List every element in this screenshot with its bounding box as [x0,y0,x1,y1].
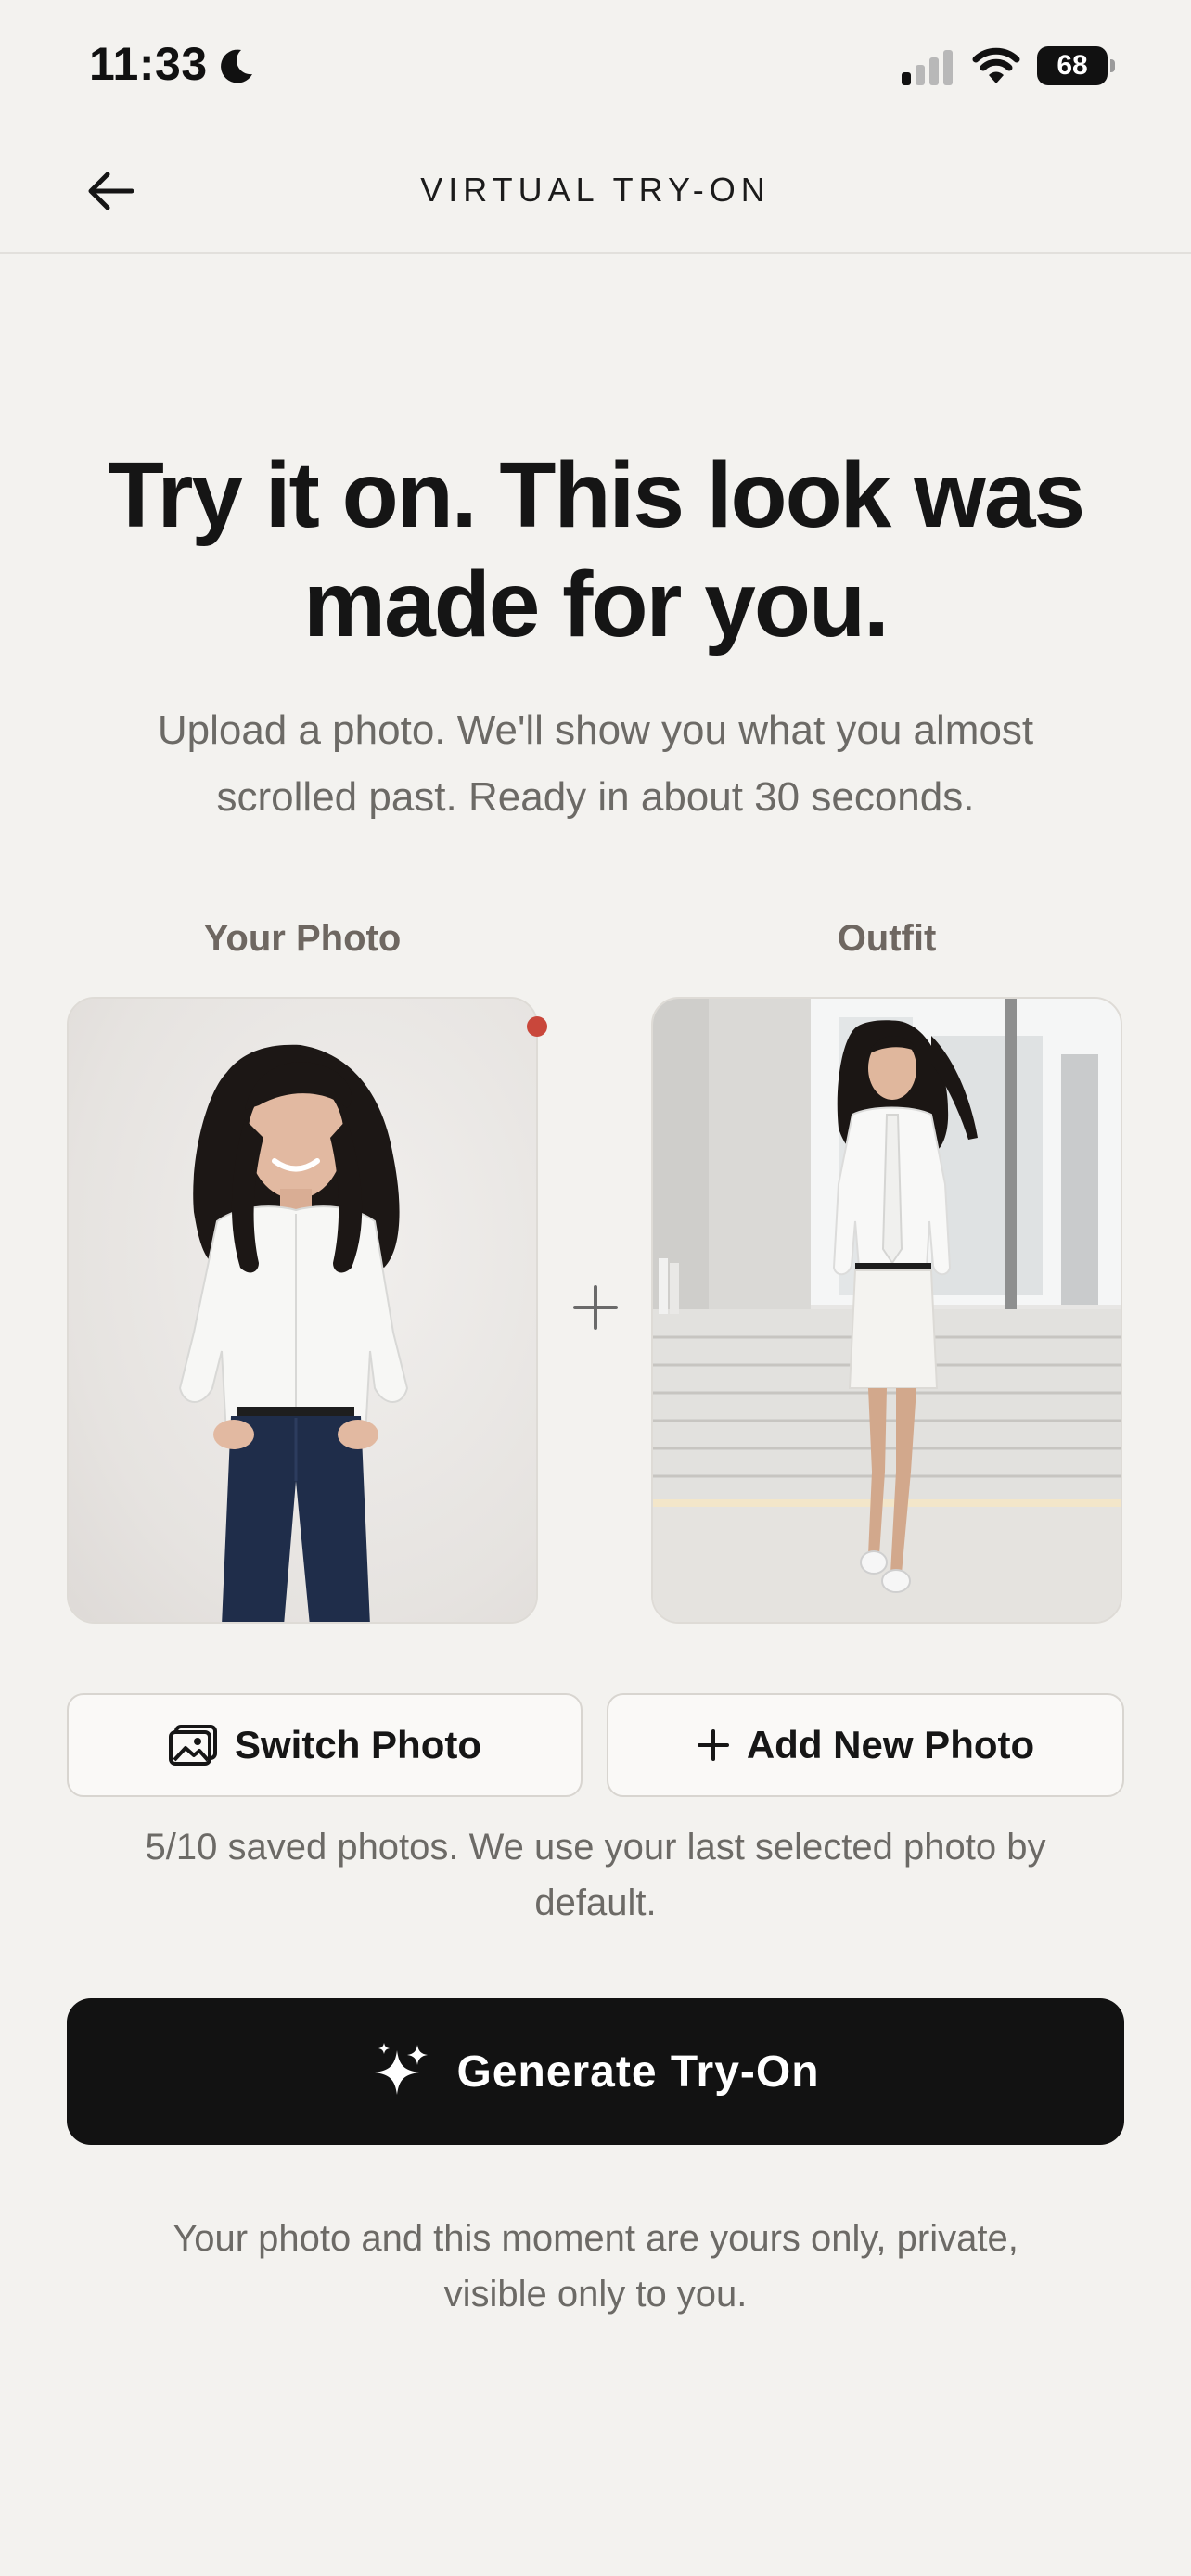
page-title: VIRTUAL TRY-ON [420,171,771,209]
outfit-photo [653,999,1121,1622]
battery-nub [1110,59,1115,72]
status-time: 11:33 [89,38,208,90]
sparkle-icon [375,2043,429,2095]
switch-photo-label: Switch Photo [235,1723,481,1766]
outfit-label: Outfit [837,918,937,959]
generate-try-on-label: Generate Try-On [456,2047,820,2097]
privacy-note: Your photo and this moment are yours onl… [83,2211,1108,2322]
hero-title-line1: Try it on. This look was [107,443,1085,547]
outfit-photo-card[interactable] [651,997,1122,1624]
switch-photo-button[interactable]: Switch Photo [67,1693,583,1797]
cellular-signal-icon [902,50,953,85]
moon-icon [221,49,252,83]
plus-icon [697,1729,729,1761]
saved-photos-note-line1: 5/10 saved photos. We use your last sele… [145,1827,1046,1868]
privacy-note-line1: Your photo and this moment are yours onl… [173,2218,1018,2259]
privacy-note-line2: visible only to you. [443,2274,748,2315]
selected-indicator [527,1016,547,1037]
saved-photos-note: 5/10 saved photos. We use your last sele… [83,1819,1108,1931]
battery-level: 68 [1037,46,1108,85]
hero-title-line2: made for you. [303,553,890,657]
saved-photos-note-line2: default. [534,1882,657,1923]
image-icon [169,1725,217,1766]
hero-subtitle-line2: scrolled past. Ready in about 30 seconds… [216,774,975,820]
hero-title: Try it on. This look was made for you. [83,440,1108,659]
generate-try-on-button[interactable]: Generate Try-On [67,1998,1124,2145]
your-photo-label: Your Photo [203,918,402,959]
wifi-icon [972,47,1020,83]
add-new-photo-label: Add New Photo [746,1723,1035,1766]
status-bar: 11:33 68 [0,0,1191,130]
your-photo-card[interactable] [67,997,538,1624]
hero-subtitle: Upload a photo. We'll show you what you … [83,697,1108,831]
nav-bar: VIRTUAL TRY-ON [0,130,1191,254]
plus-icon [573,1285,618,1330]
user-photo [178,1044,409,1622]
hero-subtitle-line1: Upload a photo. We'll show you what you … [157,708,1034,753]
add-new-photo-button[interactable]: Add New Photo [607,1693,1124,1797]
battery-icon: 68 [1037,46,1115,85]
